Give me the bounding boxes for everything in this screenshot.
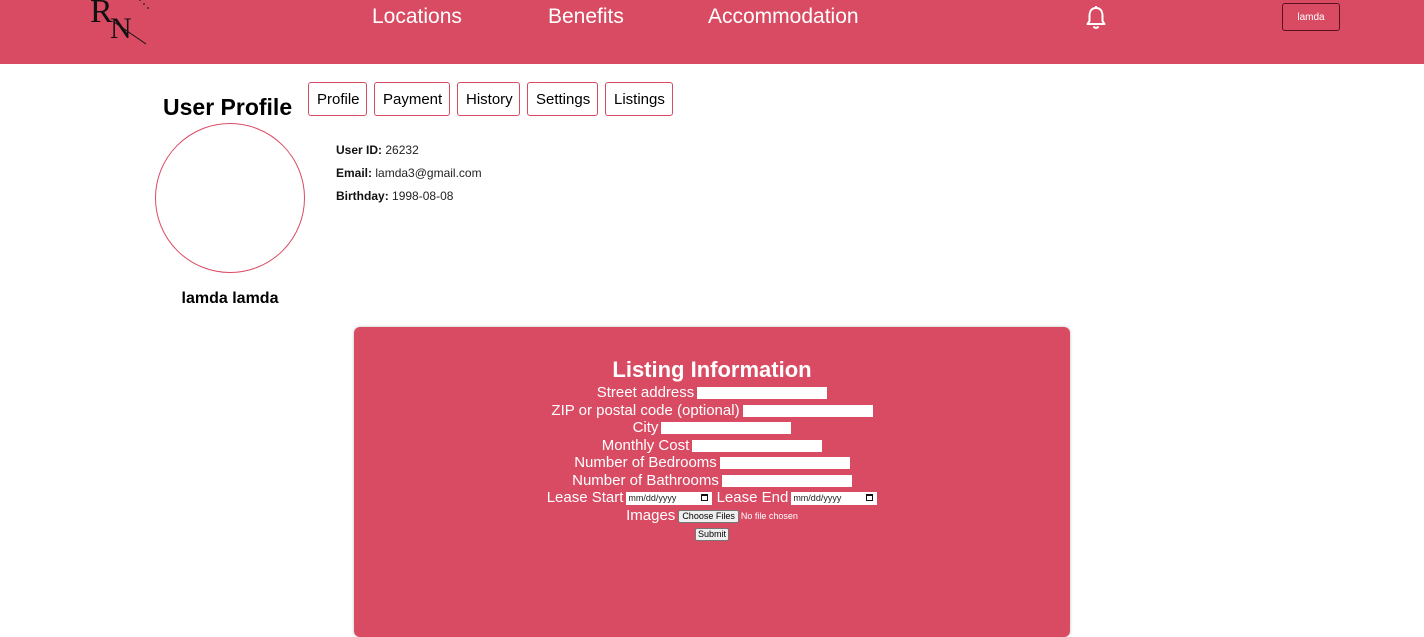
birthday-label: Birthday bbox=[336, 189, 385, 203]
cost-row: Monthly Cost bbox=[354, 437, 1070, 454]
zip-row: ZIP or postal code (optional) bbox=[354, 402, 1070, 419]
email-value: lamda3@gmail.com bbox=[375, 166, 482, 180]
nav-benefits[interactable]: Benefits bbox=[548, 5, 624, 29]
birthday-value: 1998-08-08 bbox=[392, 189, 454, 203]
tab-listings[interactable]: Listings bbox=[605, 82, 673, 116]
submit-button[interactable]: Submit bbox=[695, 528, 730, 541]
lease-end-date-input[interactable]: mm/dd/yyyy bbox=[791, 491, 878, 505]
calendar-icon[interactable] bbox=[866, 493, 874, 501]
street-input[interactable] bbox=[697, 387, 828, 400]
zip-label: ZIP or postal code (optional) bbox=[551, 402, 740, 419]
tab-payment[interactable]: Payment bbox=[374, 82, 450, 116]
svg-text:N: N bbox=[110, 12, 132, 45]
city-row: City bbox=[354, 419, 1070, 436]
bedrooms-row: Number of Bedrooms bbox=[354, 454, 1070, 471]
birthday-line: Birthday: 1998-08-08 bbox=[336, 189, 454, 203]
images-label: Images bbox=[626, 507, 676, 524]
tab-history[interactable]: History bbox=[457, 82, 520, 116]
city-label: City bbox=[632, 419, 659, 436]
tab-settings[interactable]: Settings bbox=[527, 82, 598, 116]
page-title: User Profile bbox=[163, 94, 293, 120]
lease-start-label: Lease Start bbox=[546, 489, 624, 506]
bathrooms-row: Number of Bathrooms bbox=[354, 472, 1070, 489]
lease-start-date-input[interactable]: mm/dd/yyyy bbox=[626, 491, 713, 505]
avatar bbox=[155, 123, 305, 273]
city-input[interactable] bbox=[661, 422, 792, 435]
listing-form-title: Listing Information bbox=[612, 357, 812, 382]
user-display-name: lamda lamda bbox=[181, 290, 279, 307]
cost-label: Monthly Cost bbox=[601, 437, 690, 454]
email-line: Email: lamda3@gmail.com bbox=[336, 166, 482, 180]
bathrooms-input[interactable] bbox=[721, 475, 852, 488]
nav-locations[interactable]: Locations bbox=[372, 5, 462, 29]
bathrooms-label: Number of Bathrooms bbox=[572, 472, 719, 489]
choose-files-button[interactable]: Choose Files bbox=[678, 509, 739, 523]
lease-end-placeholder: mm/dd/yyyy bbox=[793, 492, 842, 503]
top-navbar: R N Locations Benefits Accommodation lam… bbox=[0, 0, 1424, 64]
user-id-line: User ID: 26232 bbox=[336, 143, 419, 157]
street-label: Street address bbox=[596, 384, 695, 401]
images-row: Images Choose Files No file chosen bbox=[354, 507, 1070, 525]
file-status-text: No file chosen bbox=[740, 510, 798, 521]
lease-end-label: Lease End bbox=[716, 489, 789, 506]
notifications-bell-icon[interactable] bbox=[1084, 5, 1108, 31]
bedrooms-input[interactable] bbox=[719, 457, 850, 470]
user-id-label: User ID bbox=[336, 143, 379, 157]
monthly-cost-input[interactable] bbox=[692, 440, 823, 453]
lease-row: Lease Start mm/dd/yyyy Lease End mm/dd/yyy… bbox=[354, 489, 1070, 506]
brand-logo[interactable]: R N bbox=[90, 0, 160, 46]
lease-start-placeholder: mm/dd/yyyy bbox=[628, 492, 677, 503]
email-label: Email bbox=[336, 166, 369, 180]
listing-form-panel: Listing Information Street address ZIP o… bbox=[354, 327, 1070, 637]
street-row: Street address bbox=[354, 384, 1070, 401]
calendar-icon[interactable] bbox=[701, 493, 709, 501]
nav-accommodation[interactable]: Accommodation bbox=[708, 5, 859, 29]
user-id-value: 26232 bbox=[385, 143, 419, 157]
bedrooms-label: Number of Bedrooms bbox=[574, 454, 717, 471]
user-menu-button[interactable]: lamda bbox=[1282, 3, 1340, 31]
zip-input[interactable] bbox=[742, 405, 873, 418]
tab-profile[interactable]: Profile bbox=[308, 82, 367, 116]
